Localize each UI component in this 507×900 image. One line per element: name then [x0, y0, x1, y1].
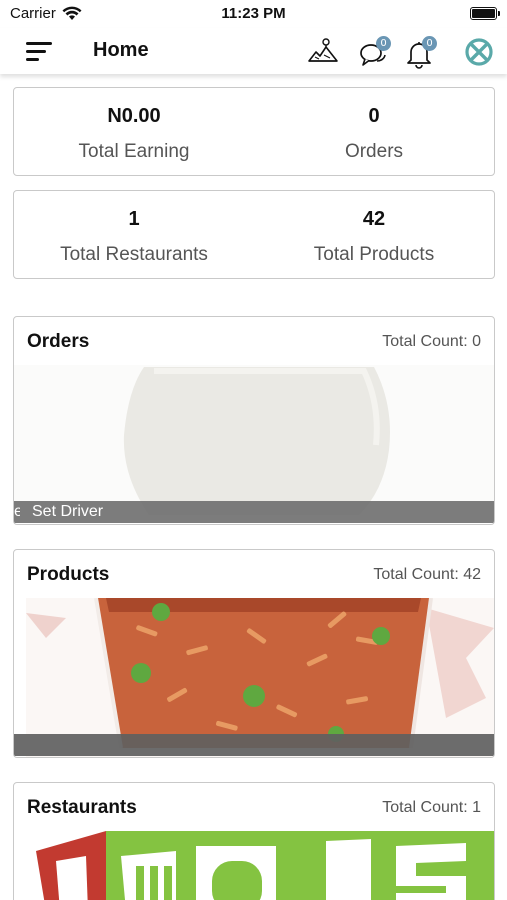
orders-count: Total Count: 0 — [382, 333, 481, 350]
status-bar: Carrier 11:23 PM — [0, 0, 507, 28]
clock: 11:23 PM — [221, 5, 286, 22]
total-restaurants-value: 1 — [128, 208, 140, 230]
restaurants-section-title: Restaurants — [27, 797, 137, 818]
restaurants-image — [26, 831, 494, 900]
earnings-orders-card: N0.00 Total Earning 0 Orders — [13, 87, 495, 176]
products-section-title: Products — [27, 564, 110, 585]
orders-section-title: Orders — [27, 331, 90, 352]
total-products-stat: 42 Total Products — [254, 191, 494, 266]
chat-icon[interactable]: 0 — [357, 35, 391, 69]
restaurants-products-card: 1 Total Restaurants 42 Total Products — [13, 190, 495, 279]
orders-label: Orders — [344, 141, 404, 162]
total-restaurants-label: Total Restaurants — [60, 244, 208, 265]
app-logo-icon[interactable] — [463, 36, 497, 70]
total-restaurants-stat: 1 Total Restaurants — [14, 191, 254, 266]
set-driver-bar[interactable]: e Set Driver — [14, 501, 494, 523]
nav-bar: Home 0 0 — [0, 28, 507, 74]
page-title: Home — [93, 39, 149, 61]
clipped-overlay-text: e — [14, 503, 20, 521]
battery-icon — [470, 7, 500, 20]
total-earning-stat: N0.00 Total Earning — [14, 88, 254, 163]
total-products-label: Total Products — [313, 244, 435, 265]
products-count: Total Count: 42 — [373, 566, 481, 583]
restaurants-section[interactable]: Restaurants Total Count: 1 — [13, 782, 495, 900]
map-icon[interactable] — [306, 35, 340, 69]
total-earning-label: Total Earning — [78, 141, 190, 162]
products-section[interactable]: Products Total Count: 42 — [13, 549, 495, 758]
orders-value: 0 — [368, 105, 380, 127]
orders-section[interactable]: Orders Total Count: 0 e Set Driver — [13, 316, 495, 525]
orders-stat: 0 Orders — [254, 88, 494, 163]
total-earning-value: N0.00 — [107, 105, 161, 127]
set-driver-label[interactable]: Set Driver — [32, 503, 103, 521]
orders-image — [14, 365, 494, 515]
notifications-badge: 0 — [422, 36, 437, 51]
menu-icon[interactable] — [26, 40, 56, 62]
bell-icon[interactable]: 0 — [403, 35, 437, 69]
products-overlay-bar — [14, 734, 494, 756]
messages-badge: 0 — [376, 36, 391, 51]
total-products-value: 42 — [362, 208, 386, 230]
restaurants-count: Total Count: 1 — [382, 799, 481, 816]
